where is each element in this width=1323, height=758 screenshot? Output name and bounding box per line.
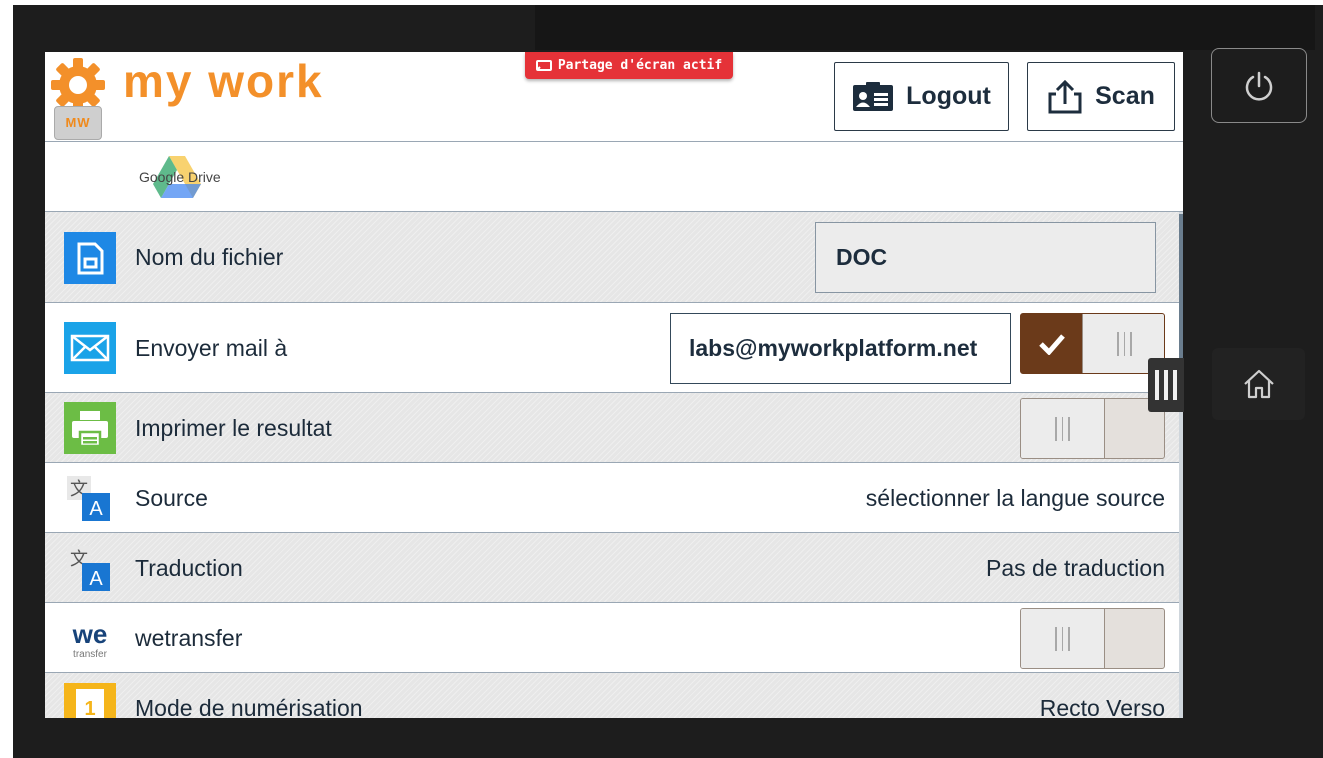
grip-icon bbox=[1055, 416, 1070, 441]
grip-icon bbox=[1055, 626, 1070, 651]
side-drawer-handle[interactable] bbox=[1148, 358, 1184, 412]
home-icon bbox=[1243, 369, 1274, 399]
svg-text:transfer: transfer bbox=[73, 649, 108, 660]
toggle-knob bbox=[1021, 609, 1105, 668]
scan-mode-icon: 1 bbox=[64, 683, 116, 718]
logo-badge: MW bbox=[54, 106, 102, 140]
send-mail-label: Envoyer mail à bbox=[135, 335, 288, 361]
wetransfer-toggle[interactable] bbox=[1020, 608, 1165, 669]
email-value: labs@myworkplatform.net bbox=[689, 335, 978, 361]
print-result-toggle[interactable] bbox=[1020, 398, 1165, 459]
device-bezel-top bbox=[535, 5, 1315, 50]
send-mail-toggle[interactable] bbox=[1020, 313, 1165, 374]
scrollbar-thumb[interactable] bbox=[1179, 214, 1183, 364]
logout-label: Logout bbox=[906, 82, 991, 110]
send-mail-row: Envoyer mail à labs@myworkplatform.net bbox=[45, 303, 1183, 393]
destination-service-bar: Google Drive bbox=[45, 142, 1183, 212]
svg-text:A: A bbox=[89, 498, 103, 520]
google-drive-label: Google Drive bbox=[139, 169, 221, 185]
wetransfer-icon: we transfer bbox=[72, 619, 108, 660]
screen-share-label: Partage d'écran actif bbox=[557, 58, 723, 73]
app-header: MW my work Partage d'écran actif Logout bbox=[45, 52, 1183, 142]
scan-mode-value[interactable]: Recto Verso bbox=[1040, 673, 1165, 718]
logout-button[interactable]: Logout bbox=[834, 62, 1009, 131]
filename-label: Nom du fichier bbox=[135, 244, 284, 270]
printer-icon bbox=[64, 402, 116, 454]
filename-row: Nom du fichier DOC bbox=[45, 212, 1183, 303]
source-language-row[interactable]: 文 A Source sélectionner la langue source bbox=[45, 463, 1183, 533]
svg-text:we: we bbox=[72, 619, 108, 649]
translation-value[interactable]: Pas de traduction bbox=[986, 533, 1165, 603]
scan-button[interactable]: Scan bbox=[1027, 62, 1175, 131]
translation-label: Traduction bbox=[135, 555, 243, 581]
source-label: Source bbox=[135, 485, 208, 511]
app-logo-text: my work bbox=[123, 55, 324, 107]
power-icon bbox=[1245, 71, 1273, 101]
screen-share-icon bbox=[535, 59, 552, 71]
id-card-icon bbox=[853, 81, 894, 111]
mail-icon bbox=[64, 322, 116, 374]
file-icon bbox=[64, 232, 116, 284]
email-input[interactable]: labs@myworkplatform.net bbox=[670, 313, 1011, 384]
checkmark-icon bbox=[1038, 333, 1065, 355]
translate-icon: 文 A bbox=[67, 546, 110, 591]
wetransfer-row: we transfer wetransfer bbox=[45, 603, 1183, 673]
svg-text:A: A bbox=[89, 568, 103, 590]
source-language-value[interactable]: sélectionner la langue source bbox=[866, 463, 1165, 533]
home-button[interactable] bbox=[1212, 348, 1305, 420]
grip-icon bbox=[1117, 331, 1132, 356]
toggle-knob bbox=[1021, 399, 1105, 458]
filename-input[interactable]: DOC bbox=[815, 222, 1156, 293]
power-button[interactable] bbox=[1211, 48, 1307, 123]
scan-mode-label: Mode de numérisation bbox=[135, 695, 363, 718]
wetransfer-label: wetransfer bbox=[135, 625, 243, 651]
translation-row[interactable]: 文 A Traduction Pas de traduction bbox=[45, 533, 1183, 603]
upload-icon bbox=[1048, 79, 1082, 113]
svg-text:1: 1 bbox=[84, 698, 95, 718]
app-screen: MW my work Partage d'écran actif Logout bbox=[45, 52, 1183, 718]
scan-label: Scan bbox=[1095, 82, 1155, 110]
translate-icon: 文 A bbox=[67, 476, 110, 521]
scan-mode-row[interactable]: 1 Mode de numérisation Recto Verso bbox=[45, 673, 1183, 718]
screen-share-badge: Partage d'écran actif bbox=[525, 52, 733, 79]
filename-value: DOC bbox=[836, 244, 888, 270]
print-result-label: Imprimer le resultat bbox=[135, 415, 332, 441]
print-result-row: Imprimer le resultat bbox=[45, 393, 1183, 463]
